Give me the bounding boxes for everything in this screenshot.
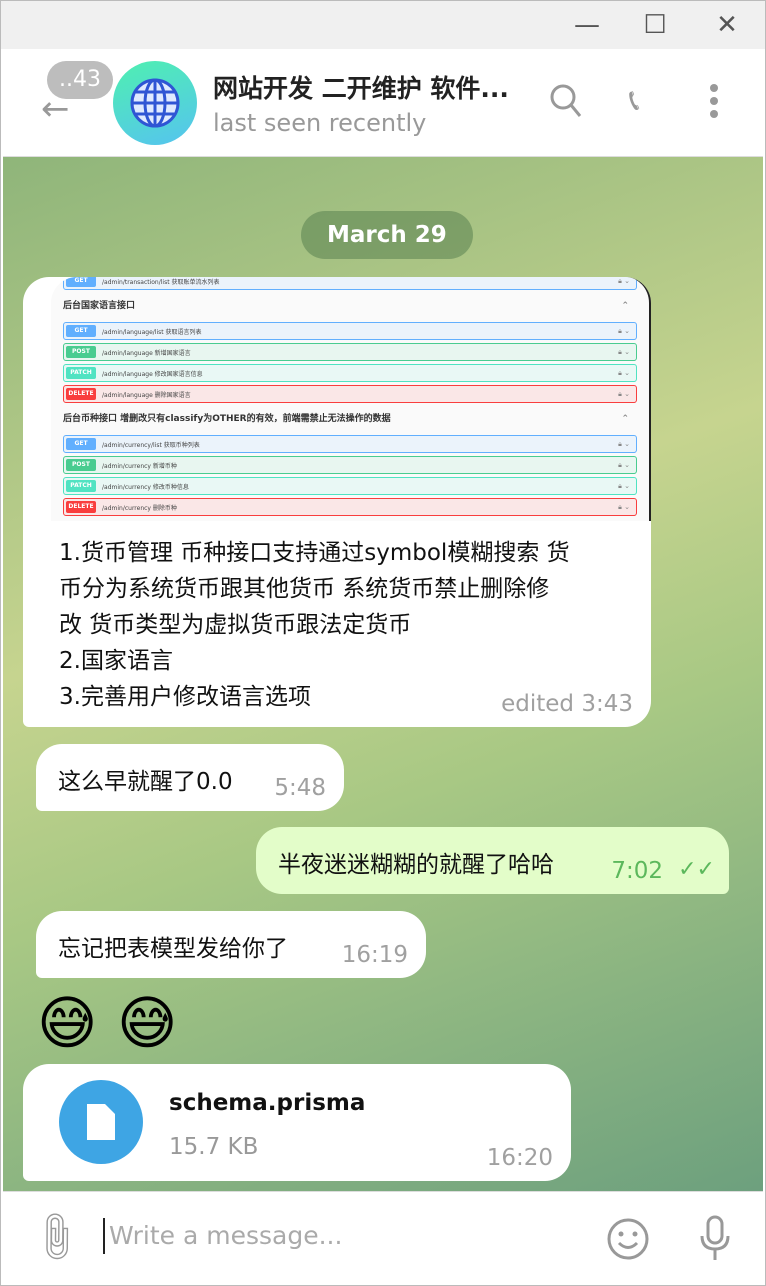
section-title-text: 后台币种接口 增删改只有classify为OTHER的有效，前端需禁止无法操作的… [63, 414, 391, 424]
message-time: 16:19 [341, 942, 408, 968]
emoji-sweat-smile[interactable]: 😅 [117, 989, 177, 1057]
api-endpoint-row[interactable]: GET/admin/currency/list 获取币种列表 🔒︎ ⌄ [63, 435, 637, 453]
endpoint-path: /admin/language 修改国家语言信息 [102, 370, 203, 378]
lock-chevron-icon[interactable]: 🔒︎ ⌄ [618, 482, 630, 491]
http-method-badge: DELETE [66, 501, 96, 513]
api-endpoint-row[interactable]: POST/admin/language 新增国家语言 🔒︎ ⌄ [63, 343, 637, 361]
http-method-badge: POST [66, 346, 96, 358]
api-endpoint-row[interactable]: GET/admin/transaction/list 获取账单流水列表 🔒︎ ⌄ [63, 277, 637, 290]
message-bubble[interactable]: 这么早就醒了0.0 5:48 [36, 744, 344, 811]
avatar[interactable] [113, 61, 197, 145]
file-size: 15.7 KB [169, 1134, 259, 1160]
http-method-badge: GET [66, 277, 96, 287]
emoji-icon[interactable] [605, 1216, 651, 1262]
message-line: 改 货币类型为虚拟货币跟法定货币 [59, 612, 412, 638]
api-docs-screenshot[interactable]: GET/admin/transaction/list 获取账单流水列表 🔒︎ ⌄ 后… [51, 277, 651, 521]
api-section-title[interactable]: 后台币种接口 增删改只有classify为OTHER的有效，前端需禁止无法操作的… [63, 406, 637, 432]
http-method-badge: PATCH [66, 480, 96, 492]
message-text: 这么早就醒了0.0 [58, 769, 233, 795]
message-time: 16:20 [486, 1145, 553, 1171]
endpoint-path: /admin/transaction/list 获取账单流水列表 [102, 278, 220, 286]
lock-chevron-icon[interactable]: 🔒︎ ⌄ [618, 369, 630, 378]
chat-status: last seen recently [213, 109, 427, 137]
outgoing-message-bubble[interactable]: 半夜迷迷糊糊的就醒了哈哈 7:02 ✓✓ [256, 827, 729, 894]
chat-header: ← ..43 网站开发 二开维护 软件... last seen recentl… [3, 49, 763, 157]
api-endpoint-row[interactable]: PATCH/admin/currency 修改币种信息 🔒︎ ⌄ [63, 477, 637, 495]
more-vertical-icon[interactable] [707, 83, 721, 119]
endpoint-path: /admin/language/list 获取语言列表 [102, 328, 202, 336]
close-button[interactable]: ✕ [707, 9, 747, 41]
unread-badge: ..43 [47, 61, 113, 99]
api-endpoint-row[interactable]: PATCH/admin/language 修改国家语言信息 🔒︎ ⌄ [63, 364, 637, 382]
endpoint-path: /admin/language 新增国家语言 [102, 349, 191, 357]
attach-paperclip-icon[interactable]: 📎︎ [25, 1206, 87, 1268]
lock-chevron-icon[interactable]: 🔒︎ ⌄ [618, 348, 630, 357]
message-time: 7:02 [611, 858, 663, 884]
message-text: 忘记把表模型发给你了 [58, 936, 288, 962]
section-title-text: 后台国家语言接口 [63, 301, 136, 311]
endpoint-path: /admin/currency 删除币种 [102, 504, 177, 512]
lock-chevron-icon[interactable]: 🔒︎ ⌄ [618, 440, 630, 449]
message-line: 币分为系统货币跟其他货币 系统货币禁止删除修 [59, 576, 550, 602]
api-endpoint-row[interactable]: GET/admin/language/list 获取语言列表 🔒︎ ⌄ [63, 322, 637, 340]
message-line: 2.国家语言 [59, 648, 173, 674]
api-endpoint-row[interactable]: DELETE/admin/currency 删除币种 🔒︎ ⌄ [63, 498, 637, 516]
lock-chevron-icon[interactable]: 🔒︎ ⌄ [618, 503, 630, 512]
message-line: 1.货币管理 币种接口支持通过symbol模糊搜索 货 [59, 540, 570, 566]
endpoint-path: /admin/currency/list 获取币种列表 [102, 441, 200, 449]
phone-icon[interactable]: 📞︎ [629, 83, 640, 118]
telegram-window: — ☐ ✕ ← ..43 网站开发 二开维护 软件... last seen r… [0, 0, 766, 1286]
file-icon[interactable] [59, 1080, 143, 1164]
minimize-button[interactable]: — [567, 9, 607, 41]
message-image-bubble[interactable]: GET/admin/transaction/list 获取账单流水列表 🔒︎ ⌄ 后… [23, 277, 651, 727]
read-checkmarks-icon: ✓✓ [678, 857, 715, 882]
api-section-title[interactable]: 后台国家语言接口 ⌃ [63, 293, 637, 319]
api-endpoint-row[interactable]: POST/admin/currency 新增币种 🔒︎ ⌄ [63, 456, 637, 474]
maximize-button[interactable]: ☐ [635, 9, 675, 41]
lock-chevron-icon[interactable]: 🔒︎ ⌄ [618, 327, 630, 336]
message-time: edited 3:43 [501, 691, 633, 717]
http-method-badge: GET [66, 438, 96, 450]
message-bubble[interactable]: 忘记把表模型发给你了 16:19 [36, 911, 426, 978]
microphone-icon[interactable] [697, 1214, 733, 1264]
lock-chevron-icon[interactable]: 🔒︎ ⌄ [618, 277, 630, 286]
message-text: 1.货币管理 币种接口支持通过symbol模糊搜索 货 币分为系统货币跟其他货币… [59, 535, 570, 715]
message-text: 半夜迷迷糊糊的就醒了哈哈 [278, 852, 554, 878]
search-icon[interactable] [549, 83, 583, 121]
http-method-badge: DELETE [66, 388, 96, 400]
chat-title[interactable]: 网站开发 二开维护 软件... [213, 69, 509, 105]
message-line: 3.完善用户修改语言选项 [59, 684, 311, 710]
http-method-badge: PATCH [66, 367, 96, 379]
message-input[interactable]: Write a message... [103, 1218, 583, 1254]
lock-chevron-icon[interactable]: 🔒︎ ⌄ [618, 461, 630, 470]
endpoint-path: /admin/currency 新增币种 [102, 462, 177, 470]
message-composer: 📎︎ Write a message... [3, 1191, 763, 1283]
date-separator: March 29 [301, 211, 473, 259]
message-time: 5:48 [274, 775, 326, 801]
file-message-bubble[interactable]: schema.prisma 15.7 KB 16:20 [23, 1064, 571, 1181]
endpoint-path: /admin/currency 修改币种信息 [102, 483, 189, 491]
title-bar: — ☐ ✕ [1, 1, 765, 49]
globe-icon [130, 78, 180, 128]
http-method-badge: GET [66, 325, 96, 337]
emoji-sweat-smile[interactable]: 😅 [37, 989, 97, 1057]
lock-chevron-icon[interactable]: 🔒︎ ⌄ [618, 390, 630, 399]
chevron-up-icon[interactable]: ⌃ [621, 406, 629, 432]
endpoint-path: /admin/language 删除国家语言 [102, 391, 191, 399]
chevron-up-icon[interactable]: ⌃ [621, 293, 629, 319]
file-name[interactable]: schema.prisma [169, 1090, 365, 1116]
chat-area[interactable]: March 29 GET/admin/transaction/list 获取账单… [3, 157, 763, 1191]
http-method-badge: POST [66, 459, 96, 471]
api-endpoint-row[interactable]: DELETE/admin/language 删除国家语言 🔒︎ ⌄ [63, 385, 637, 403]
